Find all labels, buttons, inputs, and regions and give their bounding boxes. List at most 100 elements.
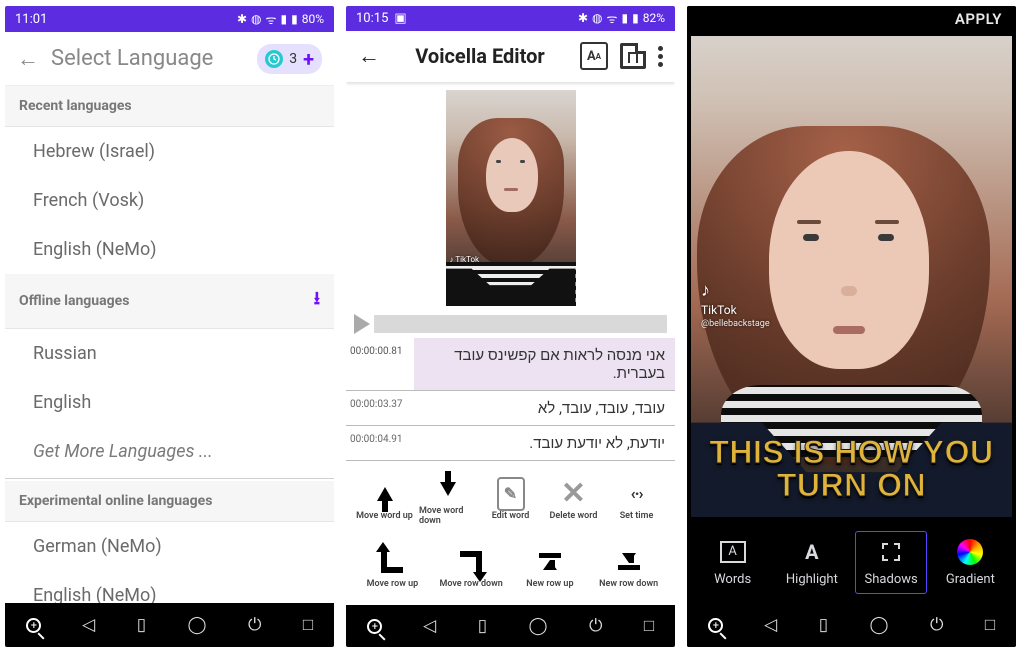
timeline-scrubber[interactable] [374,315,667,333]
lang-item[interactable]: Russian [5,329,334,378]
nav-square-icon[interactable]: □ [644,616,654,636]
subtitle-time: 00:00:03.37 [346,391,414,425]
subtitle-time: 00:00:00.81 [346,338,414,390]
zoom-icon[interactable]: + [708,618,723,633]
nav-home-icon[interactable]: ◯ [529,616,548,636]
credits-pill[interactable]: 3 + [257,44,322,74]
subtitle-row[interactable]: 00:00:00.81 אני מנסה לראות אם קפשינס עוב… [346,338,675,391]
vibrate-icon: ◍ [592,11,602,25]
screen-style-preview: APPLY ♪ TikTok @bellebackstage THIS IS H… [687,6,1016,647]
tiktok-logo-icon: ♪ [701,280,770,301]
tool-move-word-up[interactable]: Move word up [356,469,413,531]
lang-item[interactable]: English (NeMo) [5,225,334,274]
nav-recent-icon[interactable]: ▯ [819,615,828,635]
tiktok-watermark: ♪ TikTok @bellebackstage [701,280,770,329]
tool-set-time[interactable]: ‹·›Set time [608,469,665,531]
tiktok-name: TikTok [701,303,770,317]
nav-power-icon[interactable]: ⏻ [930,615,943,635]
nav-recent-icon[interactable]: ▯ [478,616,487,636]
android-nav-bar: + ◁ ▯ ◯ ⏻ □ [346,605,675,647]
tab-highlight[interactable]: AHighlight [776,538,848,587]
plus-icon[interactable]: + [303,47,314,71]
appbar-title: Select Language [51,46,245,71]
lang-item[interactable]: English (NeMo) [5,571,334,603]
status-battery: 82% [643,11,665,25]
screen-language-select: 11:01 ✱ ◍ ᯤ ▮ ▮ 80% ← Select Language 3 … [5,6,334,647]
zoom-icon[interactable]: + [367,619,382,634]
nav-square-icon[interactable]: □ [985,615,995,635]
tool-move-row-down[interactable]: Move row down [435,537,508,599]
app-bar: ← Select Language 3 + [5,32,334,86]
tool-new-row-up[interactable]: New row up [514,537,587,599]
android-nav-bar: + ◁ ▯ ◯ ⏻ □ [687,603,1016,647]
zoom-icon[interactable]: + [26,618,41,633]
tool-new-row-down[interactable]: New row down [592,537,665,599]
tiktok-user: @bellebackstage [701,319,770,329]
tab-shadows[interactable]: Shadows [855,531,927,594]
tools-row-1: Move word up Move word down ✎Edit word ✕… [346,461,675,537]
nav-square-icon[interactable]: □ [303,615,313,635]
video-preview-large[interactable]: APPLY ♪ TikTok @bellebackstage THIS IS H… [687,6,1016,517]
nav-power-icon[interactable]: ⏻ [589,616,602,636]
credits-count: 3 [289,51,297,67]
tool-move-word-down[interactable]: Move word down [419,469,476,531]
android-nav-bar: + ◁ ▯ ◯ ⏻ □ [5,603,334,647]
nav-back-icon[interactable]: ◁ [423,616,436,636]
subtitle-row[interactable]: 00:00:03.37 עובד, עובד, עובד, לא [346,391,675,426]
download-icon[interactable]: ⭳ [314,286,320,316]
video-thumbnail: ♪ TikTok [446,90,576,306]
vibrate-icon: ◍ [251,12,261,26]
tools-row-2: Move row up Move row down New row up New… [346,537,675,605]
tool-edit-word[interactable]: ✎Edit word [482,469,539,531]
video-frame: ♪ TikTok @bellebackstage THIS IS HOW YOU… [691,36,1012,517]
lang-item[interactable]: English [5,378,334,427]
appbar-title: Voicella Editor [392,44,568,68]
lang-item[interactable]: French (Vosk) [5,176,334,225]
battery-icon: ▮ [632,11,639,25]
status-bar: 10:15 ▣ ✱ ◍ ᯤ ▮ ▮ 82% [346,6,675,31]
play-icon[interactable] [354,314,370,334]
wifi-icon: ᯤ [266,11,277,28]
subtitle-row[interactable]: 00:00:04.91 יודעת, לא יודעת עובד. [346,426,675,461]
get-more-languages[interactable]: Get More Languages ... [5,427,334,476]
language-list[interactable]: Recent languages Hebrew (Israel) French … [5,86,334,603]
screen-voicella-editor: 10:15 ▣ ✱ ◍ ᯤ ▮ ▮ 82% ← Voicella Editor … [346,6,675,647]
status-battery: 80% [302,12,324,26]
nav-recent-icon[interactable]: ▯ [137,615,146,635]
image-indicator-icon: ▣ [394,11,406,26]
timeline[interactable] [346,310,675,338]
status-bar: 11:01 ✱ ◍ ᯤ ▮ ▮ 80% [5,6,334,32]
nav-home-icon[interactable]: ◯ [870,615,889,635]
subtitle-text[interactable]: עובד, עובד, עובד, לא [414,391,675,425]
nav-power-icon[interactable]: ⏻ [248,615,261,635]
nav-back-icon[interactable]: ◁ [82,615,95,635]
overflow-menu-icon[interactable] [658,46,663,67]
subtitle-time: 00:00:04.91 [346,426,414,460]
bluetooth-icon: ✱ [237,12,247,26]
tab-words[interactable]: AWords [697,538,769,587]
tool-delete-word[interactable]: ✕Delete word [545,469,602,531]
tool-move-row-up[interactable]: Move row up [356,537,429,599]
bluetooth-icon: ✱ [578,11,588,25]
tiktok-watermark: ♪ TikTok [450,255,480,264]
tab-gradient[interactable]: Gradient [934,538,1006,587]
subtitle-text[interactable]: יודעת, לא יודעת עובד. [414,426,675,460]
back-icon[interactable]: ← [358,43,380,69]
lang-item[interactable]: German (NeMo) [5,522,334,571]
divider [5,478,334,479]
lang-item[interactable]: Hebrew (Israel) [5,127,334,176]
video-preview[interactable]: ♪ TikTok [346,82,675,310]
caption-overlay: THIS IS HOW YOU TURN ON [691,436,1012,503]
section-offline: Offline languages ⭳ [5,274,334,329]
clock-icon [265,50,283,68]
section-recent: Recent languages [5,86,334,127]
save-icon[interactable] [620,43,646,69]
nav-home-icon[interactable]: ◯ [188,615,207,635]
apply-button[interactable]: APPLY [955,10,1002,28]
text-style-icon[interactable]: AA [580,42,608,70]
battery-icon: ▮ [291,12,298,26]
back-icon[interactable]: ← [17,46,39,72]
nav-back-icon[interactable]: ◁ [764,615,777,635]
status-time: 10:15 [356,11,388,26]
subtitle-text[interactable]: אני מנסה לראות אם קפשינס עובד בעברית. [414,338,675,390]
